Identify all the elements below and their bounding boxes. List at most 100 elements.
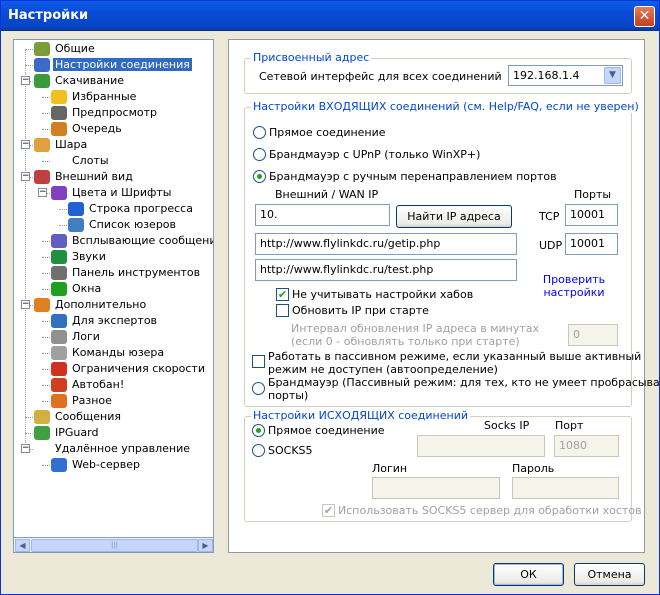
tree-expander[interactable]: − xyxy=(21,444,30,453)
tree-item[interactable]: Логи xyxy=(51,329,102,345)
tree-item[interactable]: Звуки xyxy=(51,249,108,265)
scroll-right-icon[interactable]: ▶ xyxy=(198,539,213,552)
tree-item-label: Звуки xyxy=(72,250,106,263)
star-icon xyxy=(51,90,67,104)
tree-item[interactable]: Очередь xyxy=(51,121,124,137)
preview-icon xyxy=(51,106,67,120)
outgoing-direct-radio[interactable] xyxy=(252,424,265,437)
tree-item[interactable]: Настройки соединения xyxy=(34,57,192,73)
title-bar[interactable]: Настройки ✕ xyxy=(1,1,659,31)
tree-item[interactable]: Окна xyxy=(51,281,103,297)
tree-item[interactable]: Всплывающие сообщения xyxy=(51,233,213,249)
passive-mode-checkbox[interactable] xyxy=(252,355,265,368)
tree-item[interactable]: Слоты xyxy=(51,153,111,169)
tree-item[interactable]: Список юзеров xyxy=(68,217,178,233)
ipguard-icon xyxy=(34,426,50,440)
tree-item[interactable]: Для экспертов xyxy=(51,313,159,329)
commands-icon xyxy=(51,346,67,360)
socks5-radio[interactable] xyxy=(252,444,265,457)
tree-expander[interactable]: − xyxy=(21,76,30,85)
settings-panel: Присвоенный адрес Сетевой интерфейс для … xyxy=(228,39,660,553)
tree-item[interactable]: Дополнительно xyxy=(34,297,148,313)
tree-item[interactable]: Шара xyxy=(34,137,89,153)
tree-connector xyxy=(42,369,50,370)
tree-item[interactable]: Ограничения скорости xyxy=(51,361,207,377)
login-label: Логин xyxy=(372,462,408,475)
test-url-input[interactable]: http://www.flylinkdc.ru/test.php xyxy=(255,259,517,281)
tree-expander[interactable]: − xyxy=(21,300,30,309)
tree-item[interactable]: Удалённое управление xyxy=(34,441,192,457)
tree-item[interactable]: Скачивание xyxy=(34,73,126,89)
tree-item[interactable]: Команды юзера xyxy=(51,345,166,361)
appearance-icon xyxy=(34,170,50,184)
tree-item[interactable]: Строка прогресса xyxy=(68,201,195,217)
direct-radio[interactable] xyxy=(253,126,266,139)
cancel-button[interactable]: Отмена xyxy=(574,563,645,586)
upnp-radio[interactable] xyxy=(253,148,266,161)
tree-item[interactable]: Предпросмотр xyxy=(51,105,159,121)
use-socks-checkbox[interactable]: ✔ xyxy=(322,504,335,517)
find-ip-button[interactable]: Найти IP адреса xyxy=(396,205,512,228)
tree-expander[interactable]: − xyxy=(21,172,30,181)
tree-item[interactable]: Сообщения xyxy=(34,409,123,425)
speed-limit-icon xyxy=(51,362,67,376)
wan-ip-input[interactable]: 10. xyxy=(255,204,390,226)
tree-item-label: Сообщения xyxy=(55,410,122,423)
ok-button[interactable]: ОК xyxy=(493,563,564,586)
tree-item-label: Окна xyxy=(72,282,102,295)
socks-ip-input[interactable] xyxy=(417,435,545,457)
scroll-thumb[interactable]: ||| xyxy=(31,539,198,552)
ignore-hubs-label: Не учитывать настройки хабов xyxy=(292,288,474,301)
tree-item[interactable]: Общие xyxy=(34,41,97,57)
tree-item-label: Слоты xyxy=(72,154,109,167)
assigned-address-title: Присвоенный адрес xyxy=(251,51,372,64)
chevron-down-icon[interactable]: ▼ xyxy=(604,67,621,84)
interface-label: Сетевой интерфейс для всех соединений xyxy=(259,70,502,83)
scroll-left-icon[interactable]: ◀ xyxy=(15,539,30,552)
tree-item[interactable]: IPGuard xyxy=(34,425,100,441)
interface-value: 192.168.1.4 xyxy=(513,69,580,82)
settings-window: Настройки ✕ Общие Настройки соединения Ска… xyxy=(0,0,660,595)
tree-horizontal-scrollbar[interactable]: ◀ ||| ▶ xyxy=(13,537,214,553)
tree-item-label: Команды юзера xyxy=(72,346,165,359)
settings-tree[interactable]: Общие Настройки соединения Скачивание − Избр… xyxy=(13,39,214,553)
login-input[interactable] xyxy=(372,477,500,499)
tree-item[interactable]: Разное xyxy=(51,393,114,409)
tcp-port-input[interactable]: 10001 xyxy=(565,204,618,226)
tree-item[interactable]: Web-сервер xyxy=(51,457,142,473)
tree-item-label: Удалённое управление xyxy=(55,442,191,455)
socks-port-input[interactable]: 1080 xyxy=(554,435,619,457)
manual-forward-radio[interactable] xyxy=(253,170,266,183)
socks-port-label: Порт xyxy=(555,419,584,432)
tree-item[interactable]: Цвета и Шрифты xyxy=(51,185,173,201)
tree-item-label: Общие xyxy=(55,42,95,55)
share-hand-icon xyxy=(34,138,50,152)
messages-icon xyxy=(34,410,50,424)
tree-item[interactable]: Панель инструментов xyxy=(51,265,202,281)
globe-icon xyxy=(51,458,67,472)
tree-expander[interactable]: − xyxy=(38,188,47,197)
firewall-passive-label-2: порты) xyxy=(268,389,309,402)
tree-item[interactable]: Внешний вид xyxy=(34,169,135,185)
getip-url-input[interactable]: http://www.flylinkdc.ru/getip.php xyxy=(255,233,517,255)
password-input[interactable] xyxy=(512,477,619,499)
firewall-passive-radio[interactable] xyxy=(252,382,265,395)
interface-select[interactable]: 192.168.1.4 ▼ xyxy=(508,65,623,86)
check-settings-link[interactable]: Проверить настройки xyxy=(539,273,609,299)
password-label: Пароль xyxy=(512,462,555,475)
close-button[interactable]: ✕ xyxy=(634,6,655,27)
interval-label: Интервал обновления IP адреса в минутах xyxy=(291,322,540,335)
tree-expander[interactable]: − xyxy=(21,140,30,149)
udp-port-input[interactable]: 10001 xyxy=(565,233,618,255)
users-icon xyxy=(34,42,50,56)
tree-item-label: Предпросмотр xyxy=(72,106,157,119)
tcp-label: TCP xyxy=(539,210,560,223)
tree-item-label: Дополнительно xyxy=(55,298,147,311)
tree-connector xyxy=(59,209,67,210)
tree-item[interactable]: Автобан! xyxy=(51,377,126,393)
interval-input[interactable]: 0 xyxy=(568,324,618,346)
tree-item[interactable]: Избранные xyxy=(51,89,138,105)
passive-mode-label: Работать в пассивном режиме, если указан… xyxy=(268,350,642,363)
ignore-hubs-checkbox[interactable]: ✔ xyxy=(276,288,289,301)
update-ip-checkbox[interactable] xyxy=(276,304,289,317)
